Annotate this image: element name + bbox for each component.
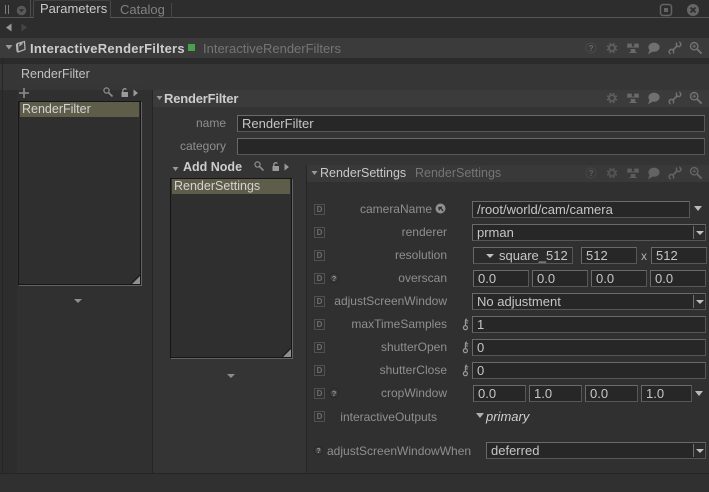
svg-text:?: ? <box>589 169 594 178</box>
svg-text:?: ? <box>589 44 594 53</box>
svg-text:?: ? <box>316 448 320 455</box>
